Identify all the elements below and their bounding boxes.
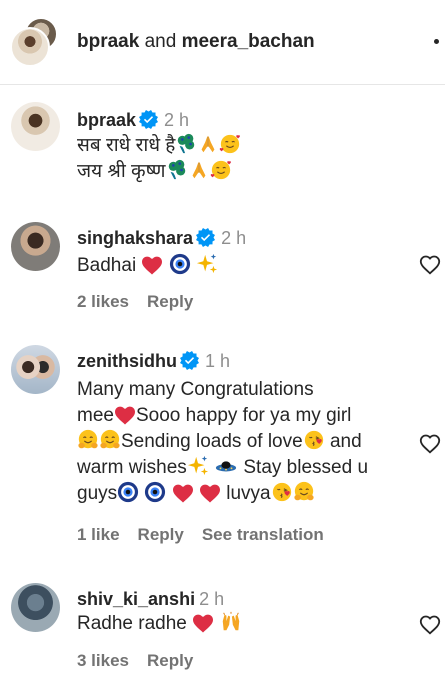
comment-row: shiv_ki_anshi 2 h Radhe radhe 3 likes Repl… (0, 583, 445, 675)
avatar[interactable] (11, 345, 60, 394)
red-heart-emoji-icon (172, 483, 194, 503)
comment-text-segment: and (324, 431, 362, 452)
comment-text-segment: guys (77, 483, 118, 504)
header-and-text: and (139, 31, 182, 52)
comment-text-segment: Sending loads of love (121, 431, 303, 452)
divider (0, 84, 445, 85)
comment-header: bpraak 2 h (77, 109, 189, 131)
likes-count[interactable]: 2 likes (77, 292, 129, 311)
username-link[interactable]: shiv_ki_anshi (77, 589, 195, 609)
peacock-emoji-icon (175, 133, 197, 155)
verified-badge-icon (139, 110, 158, 129)
reply-button[interactable]: Reply (147, 651, 193, 670)
nazar-amulet-emoji-icon (169, 253, 191, 275)
header-user1-link[interactable]: bpraak (77, 31, 139, 52)
comment-header: zenithsidhu 1 h (77, 350, 230, 372)
username-link[interactable]: singhakshara (77, 228, 193, 248)
face-blowing-kiss-emoji-icon (271, 481, 293, 503)
hugging-face-emoji-icon (77, 429, 99, 451)
see-translation-link[interactable]: See translation (202, 525, 324, 544)
sparkles-emoji-icon (196, 253, 218, 275)
comment-meta: 3 likes Reply (77, 651, 211, 671)
header-avatar-stack[interactable] (10, 17, 58, 67)
flying-saucer-emoji-icon (214, 455, 238, 477)
timestamp[interactable]: 2 h (221, 228, 246, 248)
caption-row: bpraak 2 h सब राधे राधे है जय श्री कृष्ण (0, 100, 445, 190)
avatar[interactable] (11, 222, 60, 271)
avatar (10, 27, 50, 67)
comment-row: zenithsidhu 1 h Many many Congratulations… (0, 343, 445, 558)
red-heart-emoji-icon (141, 255, 163, 275)
comment-text-line: Radhe radhe (77, 613, 187, 634)
avatar[interactable] (11, 583, 60, 632)
comment-meta: 2 likes Reply (77, 292, 211, 312)
caption-line-2: जय श्री कृष्ण (77, 161, 166, 182)
comment-meta: 1 like Reply See translation (77, 525, 342, 545)
timestamp[interactable]: 2 h (164, 110, 189, 130)
red-heart-emoji-icon (199, 483, 221, 503)
comment-text-segment: luvya (220, 483, 271, 504)
comment-header: singhakshara 2 h (77, 227, 246, 249)
red-heart-emoji-icon (114, 405, 136, 425)
more-options-icon[interactable] (434, 39, 439, 44)
comment-text: Radhe radhe (77, 611, 243, 637)
raising-hands-emoji-icon (219, 611, 243, 633)
like-heart-icon[interactable] (418, 432, 442, 454)
verified-badge-icon (196, 228, 215, 247)
hugging-face-emoji-icon (99, 429, 121, 451)
username-link[interactable]: zenithsidhu (77, 351, 177, 371)
comment-text-segment: warm wishes (77, 457, 187, 478)
comment-text-line: Badhai (77, 255, 137, 276)
folded-hands-emoji-icon (188, 159, 210, 181)
timestamp[interactable]: 2 h (199, 589, 224, 609)
likes-count[interactable]: 1 like (77, 525, 120, 544)
header-title: bpraak and meera_bachan (77, 31, 315, 53)
hugging-face-emoji-icon (293, 481, 315, 503)
smiling-face-with-hearts-emoji-icon (219, 133, 241, 155)
nazar-amulet-emoji-icon (117, 481, 139, 503)
comment-text: Many many Congratulations mee Sooo happy … (77, 377, 368, 507)
like-heart-icon[interactable] (418, 613, 442, 635)
likes-count[interactable]: 3 likes (77, 651, 129, 670)
reply-button[interactable]: Reply (147, 292, 193, 311)
header-user2-link[interactable]: meera_bachan (182, 31, 315, 52)
comment-text: Badhai (77, 253, 218, 279)
comment-header: shiv_ki_anshi 2 h (77, 588, 224, 610)
nazar-amulet-emoji-icon (144, 481, 166, 503)
post-header: bpraak and meera_bachan (0, 0, 445, 85)
comment-row: singhakshara 2 h Badhai 2 likes Reply (0, 220, 445, 320)
reply-button[interactable]: Reply (138, 525, 184, 544)
folded-hands-emoji-icon (197, 133, 219, 155)
smiling-face-with-hearts-emoji-icon (210, 159, 232, 181)
like-heart-icon[interactable] (418, 253, 442, 275)
verified-badge-icon (180, 351, 199, 370)
comment-text-segment: Stay blessed u (238, 457, 369, 478)
username-link[interactable]: bpraak (77, 110, 136, 130)
timestamp[interactable]: 1 h (205, 351, 230, 371)
face-blowing-kiss-emoji-icon (303, 429, 325, 451)
comment-text-line: Many many Congratulations (77, 379, 314, 400)
caption-text: सब राधे राधे है जय श्री कृष्ण (77, 133, 241, 185)
red-heart-emoji-icon (192, 613, 214, 633)
peacock-emoji-icon (166, 159, 188, 181)
comment-text-segment: mee (77, 405, 114, 426)
caption-line-1: सब राधे राधे है (77, 135, 176, 156)
comment-text-segment: Sooo happy for ya my girl (135, 405, 352, 426)
sparkles-emoji-icon (187, 455, 209, 477)
avatar[interactable] (11, 102, 60, 151)
